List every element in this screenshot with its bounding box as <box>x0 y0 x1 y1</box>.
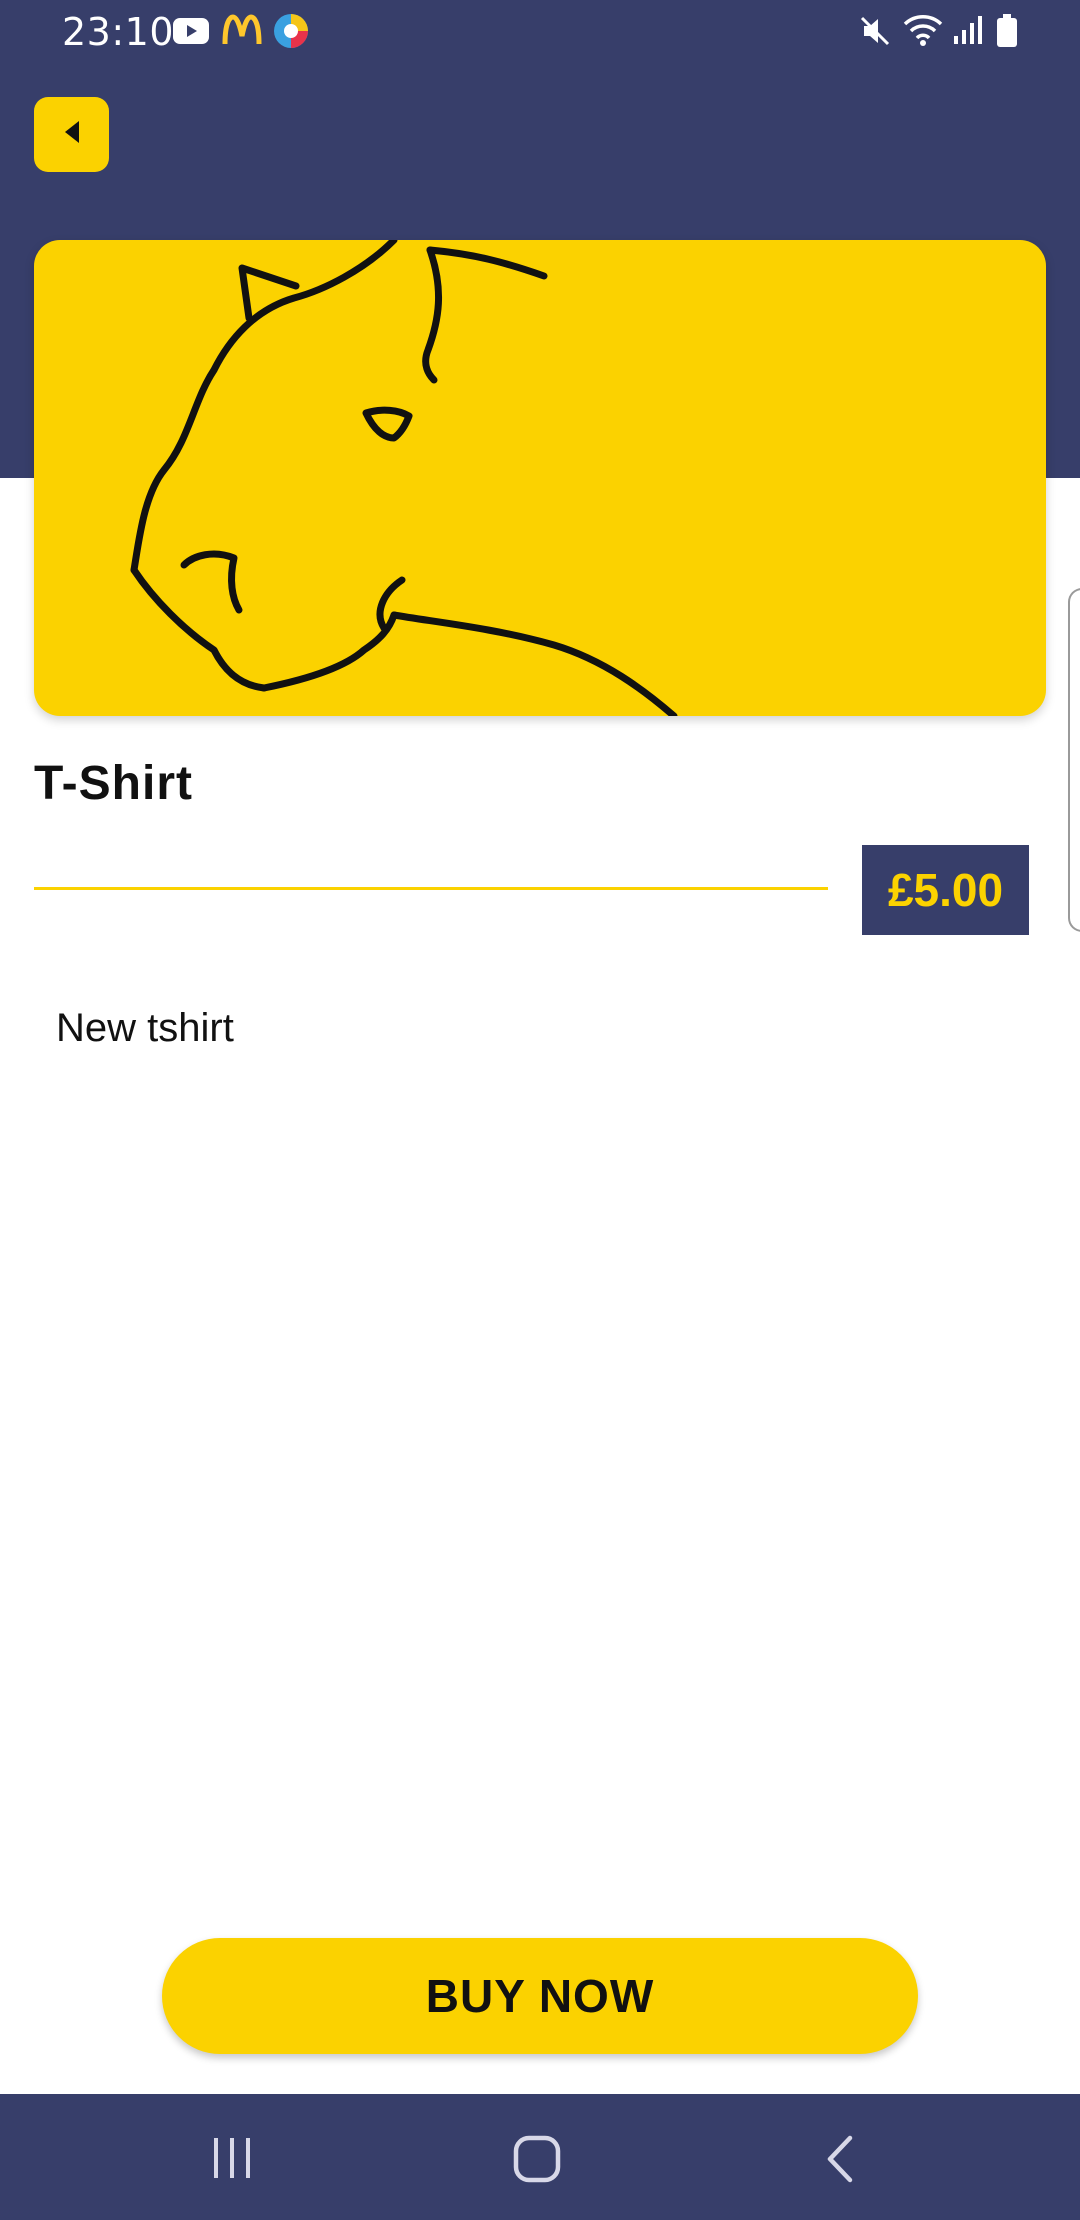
back-arrow-icon <box>61 119 83 150</box>
battery-icon <box>996 14 1018 53</box>
mute-icon <box>858 14 892 53</box>
browser-icon <box>272 12 310 55</box>
status-bar: 23:10 <box>0 0 1080 64</box>
product-image <box>34 240 1046 716</box>
home-icon[interactable] <box>512 2134 562 2189</box>
side-drawer-handle[interactable] <box>1068 588 1080 932</box>
system-navigation-bar <box>0 2094 1080 2220</box>
product-title: T-Shirt <box>34 757 193 810</box>
price-badge: £5.00 <box>862 845 1029 935</box>
title-divider <box>34 887 828 890</box>
back-button[interactable] <box>34 97 109 172</box>
back-icon[interactable] <box>822 2134 858 2189</box>
buy-now-button[interactable]: BUY NOW <box>162 1938 918 2054</box>
product-description: New tshirt <box>56 1006 234 1050</box>
panther-illustration <box>130 240 678 716</box>
recent-apps-icon[interactable] <box>208 2136 256 2185</box>
signal-icon <box>952 14 984 51</box>
wifi-icon <box>902 12 944 53</box>
status-time: 23:10 <box>62 10 175 54</box>
youtube-icon <box>172 16 210 51</box>
mcdonalds-icon <box>222 14 262 51</box>
